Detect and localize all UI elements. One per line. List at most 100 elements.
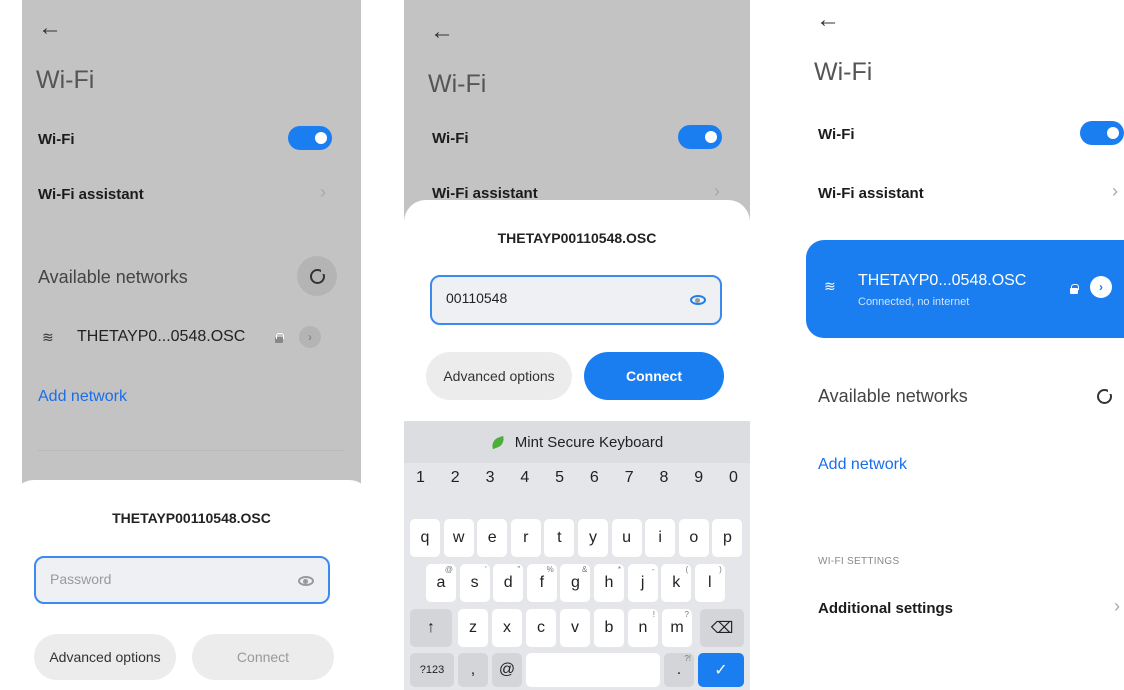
letter-key[interactable]: d " [493, 564, 524, 602]
password-input[interactable]: Password [34, 556, 330, 604]
number-key[interactable]: 7 [625, 469, 634, 487]
wifi-toggle[interactable] [678, 125, 722, 149]
letter-key[interactable]: q [410, 519, 440, 557]
shift-key[interactable]: ↑ [410, 609, 452, 647]
letter-key[interactable]: s ' [459, 564, 490, 602]
number-key[interactable]: 3 [486, 469, 495, 487]
chevron-right-icon: › [1114, 596, 1120, 616]
back-arrow-icon[interactable]: ← [430, 20, 454, 44]
wifi-assistant-item[interactable]: Wi-Fi assistant [818, 185, 924, 202]
letter-key[interactable]: k( [661, 564, 692, 602]
additional-settings-item[interactable]: Additional settings [818, 600, 953, 617]
enter-check-icon[interactable]: ✓ [698, 653, 744, 687]
symbols-key[interactable]: ?123 [410, 653, 454, 687]
letter-key[interactable]: y [578, 519, 608, 557]
letter-key-hint: ! [652, 610, 655, 619]
leaf-logo-icon [489, 435, 506, 449]
letter-key-label: c [537, 619, 545, 636]
letter-key-label: q [420, 529, 430, 546]
screen-password-keyboard: ← Wi-Fi Wi-Fi Wi-Fi assistant › THETAYP0… [404, 0, 750, 690]
show-password-eye-icon[interactable] [690, 295, 706, 305]
letter-key[interactable]: x [492, 609, 522, 647]
show-password-eye-icon[interactable] [298, 576, 314, 586]
letter-key[interactable]: z [458, 609, 488, 647]
letter-key[interactable]: i [645, 519, 676, 557]
letter-key-label: o [689, 529, 699, 546]
available-networks-header: Available networks [38, 267, 188, 287]
letter-key[interactable]: l) [694, 564, 725, 602]
back-arrow-icon[interactable]: ← [816, 8, 840, 32]
letter-key-label: p [722, 529, 732, 546]
letter-key-label: j [640, 574, 645, 591]
letter-key[interactable]: g & [560, 564, 591, 602]
dialog-network-title: THETAYP00110548.OSC [497, 230, 657, 246]
letter-key-label: u [622, 529, 632, 546]
connected-network-card[interactable]: ≋ THETAYP0...0548.OSC Connected, no inte… [806, 240, 1124, 338]
number-key[interactable]: 0 [729, 469, 738, 487]
connected-network-name: THETAYP0...0548.OSC [858, 272, 1027, 289]
connected-network-status: Connected, no internet [858, 296, 970, 308]
page-title: Wi-Fi [428, 70, 487, 98]
keyboard-name: Mint Secure Keyboard [514, 433, 664, 451]
wifi-assistant-item[interactable]: Wi-Fi assistant [38, 186, 144, 203]
add-network-link[interactable]: Add network [818, 456, 907, 474]
number-key[interactable]: 5 [555, 469, 564, 487]
wifi-toggle[interactable] [288, 126, 332, 150]
letter-key[interactable]: p [712, 519, 743, 557]
network-details-chevron-icon[interactable]: › [299, 326, 321, 348]
period-key[interactable]: . ?! [664, 653, 694, 687]
advanced-options-button[interactable]: Advanced options [426, 352, 572, 400]
wifi-signal-icon: ≋ [42, 329, 54, 345]
wifi-toggle-label: Wi-Fi [38, 131, 75, 148]
network-details-chevron-icon[interactable]: › [1090, 276, 1112, 298]
letter-key[interactable]: t [544, 519, 575, 557]
letter-key-label: g [570, 574, 580, 591]
wifi-toggle[interactable] [1080, 121, 1124, 145]
at-key[interactable]: @ [492, 653, 522, 687]
letter-key[interactable]: u [611, 519, 642, 557]
letter-key[interactable]: e [477, 519, 508, 557]
number-key[interactable]: 6 [590, 469, 599, 487]
letter-key[interactable]: f% [526, 564, 557, 602]
number-key[interactable]: 1 [416, 469, 425, 487]
network-item[interactable]: THETAYP0...0548.OSC [77, 328, 245, 346]
letter-key-hint: - [651, 565, 655, 574]
screen-password-empty: ← Wi-Fi Wi-Fi Wi-Fi assistant › Availabl… [22, 0, 361, 690]
back-arrow-icon[interactable]: ← [38, 16, 62, 40]
letter-key[interactable]: w [443, 519, 474, 557]
number-key[interactable]: 8 [659, 469, 668, 487]
advanced-options-button[interactable]: Advanced options [34, 634, 176, 680]
add-network-link[interactable]: Add network [38, 388, 127, 406]
letter-key-label: l [708, 574, 712, 591]
letter-key[interactable]: b [594, 609, 624, 647]
letter-key[interactable]: n! [628, 609, 658, 647]
connect-button[interactable]: Connect [192, 634, 334, 680]
letter-key-label: b [604, 619, 614, 636]
letter-key[interactable]: c [526, 609, 556, 647]
refresh-icon[interactable] [297, 256, 337, 296]
chevron-right-icon: › [714, 181, 720, 201]
letter-key[interactable]: o [678, 519, 709, 557]
letter-key-hint: @ [444, 565, 453, 574]
letter-key[interactable]: j- [627, 564, 658, 602]
letter-key[interactable]: m? [662, 609, 692, 647]
number-key[interactable]: 2 [451, 469, 460, 487]
number-key[interactable]: 4 [520, 469, 529, 487]
password-input[interactable]: 00110548 [430, 275, 722, 325]
connect-button[interactable]: Connect [584, 352, 724, 400]
refresh-icon[interactable] [1084, 376, 1124, 416]
available-networks-header: Available networks [818, 386, 968, 406]
lock-icon [275, 333, 284, 343]
letter-key[interactable]: a @ [426, 564, 456, 602]
number-key[interactable]: 9 [694, 469, 703, 487]
backspace-key-icon[interactable]: ⌫ [700, 609, 744, 647]
letter-key[interactable]: v [560, 609, 590, 647]
space-key[interactable] [526, 653, 660, 687]
letter-key-hint: ) [719, 565, 722, 574]
letter-key[interactable]: r [510, 519, 541, 557]
divider [38, 450, 344, 451]
comma-key[interactable]: , [458, 653, 488, 687]
wifi-toggle-label: Wi-Fi [818, 126, 855, 143]
letter-key[interactable]: h * [594, 564, 624, 602]
wifi-signal-icon: ≋ [824, 278, 836, 294]
